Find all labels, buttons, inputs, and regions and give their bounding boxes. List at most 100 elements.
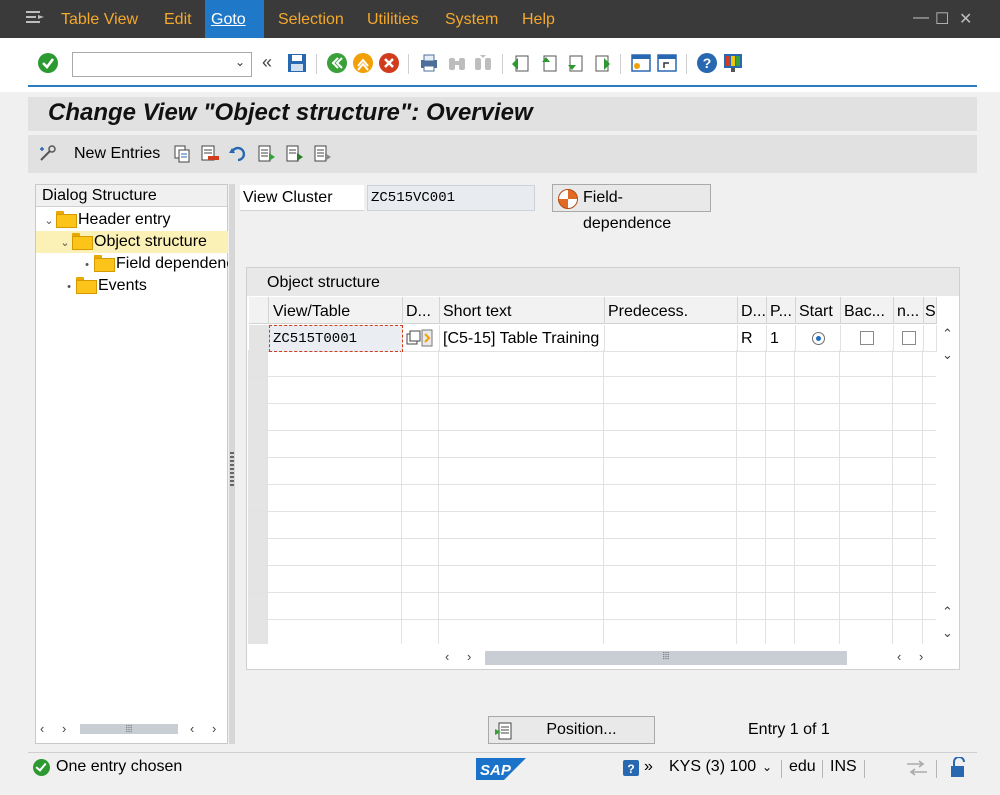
enter-check-icon[interactable]	[37, 52, 59, 74]
system-menu-icon[interactable]	[26, 11, 44, 25]
view-cluster-field[interactable]: ZC515VC001	[367, 185, 535, 211]
panel-splitter[interactable]	[229, 184, 235, 744]
status-help-icon[interactable]: ?	[623, 760, 639, 776]
chevron-right-icon[interactable]: ›	[919, 649, 923, 664]
table-vertical-scrollbar[interactable]: ⌃ ⌄ ⌃ ⌄	[937, 297, 959, 647]
lock-icon[interactable]	[948, 757, 968, 779]
chevron-right-icon[interactable]: ›	[62, 721, 66, 736]
start-radio[interactable]	[811, 332, 825, 345]
chevron-right-icon[interactable]: ›	[467, 649, 471, 664]
chevron-right-icon[interactable]: ›	[212, 721, 216, 736]
column-header[interactable]: Predecess.	[605, 297, 738, 324]
menu-table-view[interactable]: Table View	[55, 0, 144, 38]
menu-goto[interactable]: Goto	[205, 0, 264, 38]
minimize-icon[interactable]: —	[913, 9, 929, 27]
shortcut-icon[interactable]	[656, 52, 678, 74]
chevron-down-icon[interactable]: ⌄	[42, 210, 56, 231]
tree-node-header-entry[interactable]: ⌄ Header entry	[42, 209, 228, 231]
n-cell[interactable]	[894, 325, 924, 352]
table-horizontal-scrollbar[interactable]: ‹ › ⦙⦙⦙ ‹ ›	[437, 649, 937, 667]
n-checkbox[interactable]	[901, 331, 916, 345]
p-cell[interactable]: 1	[767, 325, 796, 352]
status-bar-divider	[28, 752, 977, 753]
customize-layout-icon[interactable]	[722, 52, 744, 74]
last-page-icon[interactable]	[590, 52, 612, 74]
select-all-icon[interactable]	[256, 144, 276, 164]
column-header[interactable]: Bac...	[841, 297, 894, 324]
chevron-down-icon[interactable]: ⌄	[942, 347, 953, 363]
back-icon[interactable]	[326, 52, 348, 74]
column-header[interactable]: Short text	[440, 297, 605, 324]
save-icon[interactable]	[286, 52, 308, 74]
new-entries-button[interactable]: New Entries	[74, 145, 160, 163]
chevron-down-icon[interactable]: ⌄	[235, 55, 245, 69]
menu-edit[interactable]: Edit	[158, 0, 198, 38]
view-table-cell[interactable]: ZC515T0001	[269, 325, 403, 352]
maximize-icon[interactable]: ☐	[935, 9, 949, 29]
chevron-up-icon[interactable]: ⌃	[942, 326, 953, 342]
field-dependence-button[interactable]: Field-dependence	[552, 184, 711, 232]
display-change-icon[interactable]	[38, 144, 58, 164]
exit-icon[interactable]	[352, 52, 374, 74]
select-block-icon[interactable]	[284, 144, 304, 164]
chevron-up-icon[interactable]: ⌃	[942, 604, 953, 620]
status-expand-icon[interactable]: »	[644, 758, 653, 776]
column-header[interactable]: S	[924, 297, 937, 324]
help-icon[interactable]: ?	[696, 52, 718, 74]
next-page-icon[interactable]	[564, 52, 586, 74]
cancel-icon[interactable]	[378, 52, 400, 74]
delete-icon[interactable]	[200, 144, 220, 164]
scrollbar-thumb[interactable]: ⦙⦙⦙	[80, 724, 178, 735]
copy-as-icon[interactable]	[172, 144, 192, 164]
column-header[interactable]: n...	[894, 297, 924, 324]
predecessor-cell[interactable]	[605, 325, 738, 352]
input-mode[interactable]: INS	[830, 758, 857, 776]
chevron-left-icon[interactable]: ‹	[40, 721, 44, 736]
menu-selection[interactable]: Selection	[272, 0, 350, 38]
bac-checkbox[interactable]	[860, 331, 874, 345]
start-cell[interactable]	[796, 325, 841, 352]
column-header[interactable]: View/Table	[269, 297, 403, 324]
chevron-down-icon[interactable]: ⌄	[762, 760, 772, 774]
position-button[interactable]: Position...	[488, 716, 655, 744]
deselect-all-icon[interactable]	[312, 144, 332, 164]
find-icon[interactable]	[446, 52, 468, 74]
chevron-left-icon[interactable]: ‹	[897, 649, 901, 664]
s-cell[interactable]	[924, 325, 937, 352]
tree-node-field-dependence[interactable]: • Field dependence	[80, 253, 228, 275]
select-all-corner[interactable]	[249, 297, 269, 324]
chevron-down-icon[interactable]: ⌄	[942, 625, 953, 641]
details-icon[interactable]	[406, 328, 436, 348]
history-icon[interactable]: «	[262, 52, 272, 73]
chevron-left-icon[interactable]: ‹	[445, 649, 449, 664]
bac-cell[interactable]	[841, 325, 894, 352]
tree-node-events[interactable]: • Events	[62, 275, 228, 297]
toolbar-separator	[502, 54, 503, 74]
close-icon[interactable]: ✕	[959, 9, 972, 29]
short-text-cell[interactable]: [C5-15] Table Training	[440, 325, 605, 352]
menu-utilities[interactable]: Utilities	[361, 0, 425, 38]
first-page-icon[interactable]	[510, 52, 532, 74]
detail-cell[interactable]	[403, 325, 440, 352]
tree-horizontal-scrollbar[interactable]: ‹ › ⦙⦙⦙ ‹ ›	[36, 721, 227, 737]
command-field[interactable]: ⌄	[72, 52, 252, 77]
print-icon[interactable]	[418, 52, 440, 74]
d-cell[interactable]: R	[738, 325, 767, 352]
chevron-down-icon[interactable]: ⌄	[58, 232, 72, 253]
menu-system[interactable]: System	[439, 0, 504, 38]
chevron-left-icon[interactable]: ‹	[190, 721, 194, 736]
row-selector-column[interactable]	[248, 350, 268, 644]
scrollbar-thumb[interactable]: ⦙⦙⦙	[485, 651, 847, 665]
column-header[interactable]: D...	[403, 297, 440, 324]
menu-help[interactable]: Help	[516, 0, 561, 38]
column-header[interactable]: P...	[767, 297, 796, 324]
find-next-icon[interactable]	[472, 52, 494, 74]
previous-page-icon[interactable]	[538, 52, 560, 74]
column-header[interactable]: D...	[738, 297, 767, 324]
row-selector[interactable]	[249, 325, 269, 352]
column-header[interactable]: Start	[796, 297, 841, 324]
new-session-icon[interactable]	[630, 52, 652, 74]
undo-change-icon[interactable]	[228, 144, 248, 164]
splitter-grip[interactable]	[230, 452, 234, 486]
tree-node-object-structure[interactable]: ⌄ Object structure	[36, 231, 228, 253]
